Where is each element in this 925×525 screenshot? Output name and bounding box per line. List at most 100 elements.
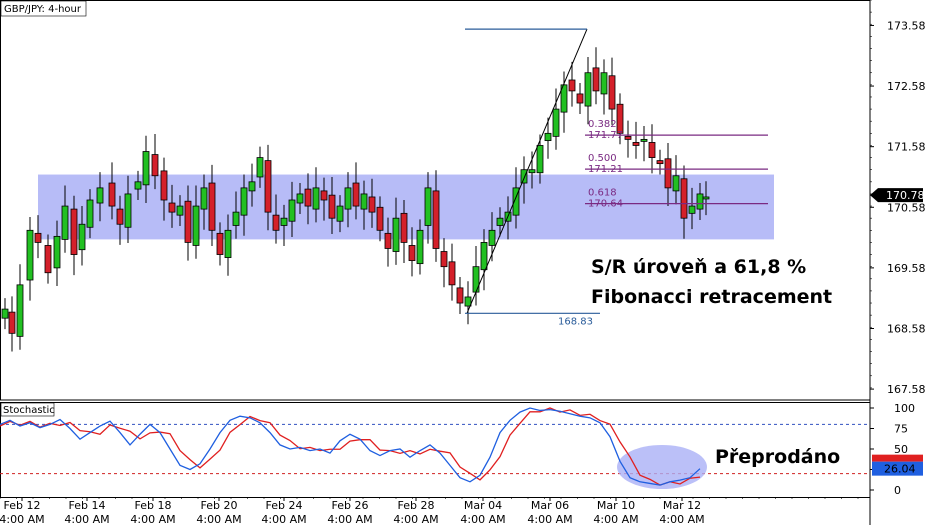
time-tick-time: 4:00 AM (130, 513, 175, 525)
candle-body (544, 132, 552, 142)
candle-body (224, 229, 232, 258)
candle-body (400, 212, 408, 243)
candle-body (26, 229, 34, 281)
time-tick-date: Mar 04 (464, 499, 502, 512)
candle-body (488, 229, 496, 246)
candle-body (392, 217, 400, 252)
candle-body (151, 154, 159, 177)
candle-body (8, 311, 16, 334)
time-tick-date: Feb 24 (266, 499, 303, 512)
candle-body (702, 196, 710, 200)
time-tick-date: Feb 28 (398, 499, 435, 512)
candle-body (264, 160, 272, 213)
candle-body (376, 206, 384, 231)
candle-body (34, 232, 42, 243)
current-price-label: 170.78 (886, 189, 925, 202)
candle-body (416, 229, 424, 265)
candle-body (624, 135, 632, 140)
candle-body (464, 296, 472, 307)
time-tick-time: 4:00 AM (64, 513, 109, 525)
fib-swing-low-label: 168.83 (558, 316, 593, 327)
candle-body (160, 170, 168, 201)
time-tick-date: Feb 26 (332, 499, 369, 512)
candle-body (1, 308, 9, 319)
candle-body (296, 193, 304, 204)
candle-body (584, 72, 592, 107)
time-tick-date: Feb 18 (135, 499, 172, 512)
candle-body (424, 187, 432, 226)
candle-body (240, 187, 248, 216)
candle-body (320, 190, 328, 201)
candle-body (70, 208, 78, 255)
candle-body (304, 188, 312, 207)
time-tick-time: 4:00 AM (327, 513, 372, 525)
stochastic-tick-label: 0 (894, 484, 901, 497)
annotation-line-1: S/R úroveň a 61,8 % (591, 256, 806, 278)
candle-body (440, 251, 448, 268)
candle-body (368, 196, 376, 213)
candle-body (53, 235, 61, 269)
fib-price-label: 171.21 (588, 164, 623, 175)
fib-price-label: 170.64 (588, 199, 623, 210)
candle-body (360, 193, 368, 210)
candle-body (616, 103, 624, 134)
time-tick-time: 4:00 AM (460, 513, 505, 525)
fib-ratio-label: 0.618 (588, 188, 617, 199)
price-tick-label: 171.58 (887, 141, 925, 154)
time-tick-date: Feb 20 (201, 499, 238, 512)
price-tick-label: 172.58 (887, 80, 925, 93)
candle-body (672, 175, 680, 192)
stochastic-title: Stochastic (3, 405, 55, 416)
candle-body (456, 287, 464, 304)
candle-body (408, 245, 416, 262)
chart-root: 173.58 172.58 171.58 170.58 169.58 168.58 167.… (0, 0, 925, 525)
time-tick-time: 4:00 AM (261, 513, 306, 525)
candle-body (200, 187, 208, 210)
candle-body (216, 232, 224, 255)
candle-body (248, 181, 256, 192)
price-tick-label: 167.58 (887, 383, 925, 396)
candle-body (168, 202, 176, 213)
candle-body (448, 261, 456, 286)
fib-price-label: 171.77 (588, 130, 623, 141)
candle-body (648, 142, 656, 158)
candle-body (208, 182, 216, 231)
candle-body (536, 145, 544, 174)
candle-body (124, 193, 132, 228)
candle-body (256, 157, 264, 178)
candle-body (232, 211, 240, 226)
time-tick-date: Feb 14 (69, 499, 106, 512)
candle-body (640, 138, 648, 142)
candle-body (272, 214, 280, 231)
stochastic-k-value: 26.04 (884, 463, 916, 476)
candle-body (116, 208, 124, 225)
candle-body (142, 151, 150, 186)
candle-body (680, 178, 688, 219)
annotation-line-2: Fibonacci retracement (591, 286, 832, 308)
time-tick-date: Mar 06 (531, 499, 569, 512)
time-tick-date: Feb 12 (4, 499, 41, 512)
candle-body (44, 245, 52, 274)
candle-body (184, 200, 192, 243)
candle-body (288, 199, 296, 222)
stochastic-tick-label: 100 (894, 402, 915, 415)
candle-body (192, 205, 200, 246)
candle-body (480, 242, 488, 271)
candle-body (592, 67, 600, 92)
stochastic-tick-label: 50 (894, 443, 908, 456)
candle-body (568, 79, 576, 92)
time-tick-time: 4:00 AM (196, 513, 241, 525)
candle-body (384, 232, 392, 249)
price-tick-label: 168.58 (887, 322, 925, 335)
price-tick-label: 169.58 (887, 262, 925, 275)
time-tick-date: Mar 10 (597, 499, 635, 512)
candle-body (664, 158, 672, 189)
candle-body (344, 187, 352, 210)
candle-body (632, 142, 640, 146)
fib-ratio-label: 0.382 (588, 119, 617, 130)
fib-ratio-label: 0.500 (588, 153, 617, 164)
candle-body (432, 190, 440, 249)
candle-body (496, 217, 504, 226)
candle-body (61, 205, 69, 240)
candle-body (696, 193, 704, 210)
